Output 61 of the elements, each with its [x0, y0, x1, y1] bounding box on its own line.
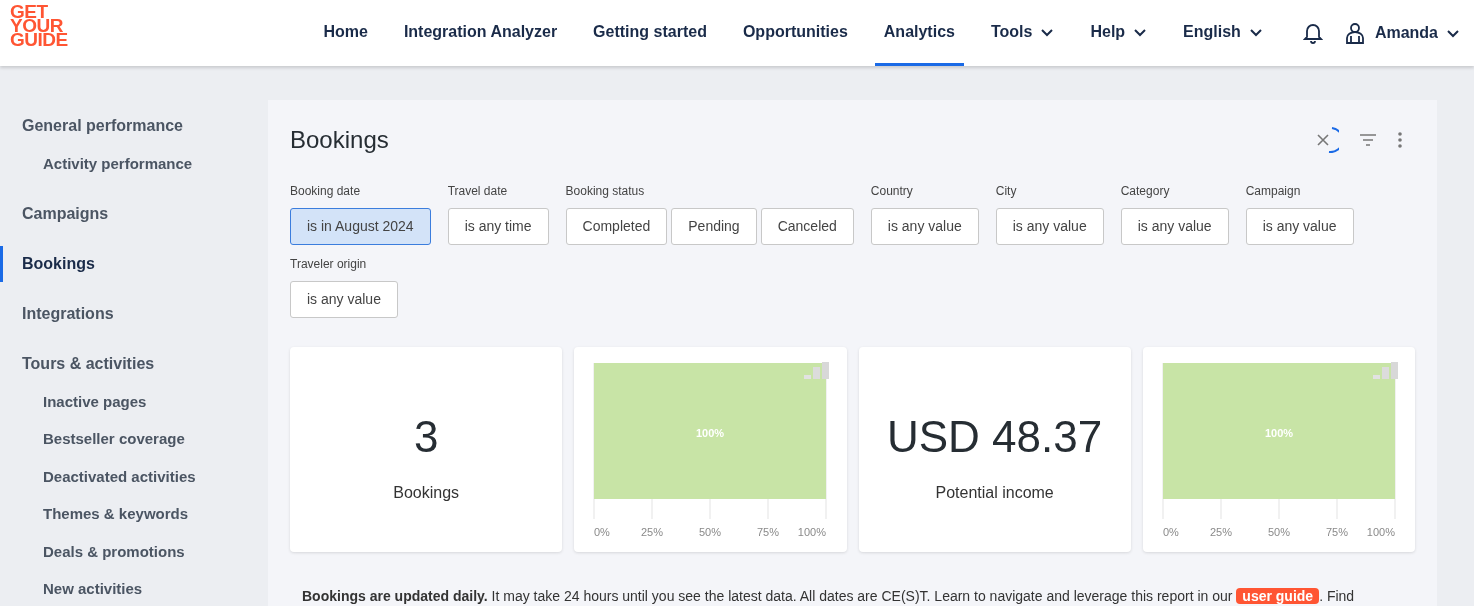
- sidebar-subitem[interactable]: Deals & promotions: [0, 534, 268, 569]
- filter-label: Traveler origin: [290, 256, 368, 273]
- info-text: Bookings are updated daily. It may take 24 hours until you see the latest data. All dates are CE(S)T. Learn to navigate and leverage this report in our user guide . Find: [302, 587, 1356, 606]
- sidebar-item[interactable]: Integrations: [0, 295, 268, 332]
- data-label: 100%: [1264, 427, 1293, 439]
- sidebar-subitem[interactable]: New activities: [0, 572, 268, 606]
- bell-icon[interactable]: [1302, 22, 1323, 44]
- filter-label: Travel date: [447, 183, 509, 200]
- axis-tick-label: 0%: [594, 526, 611, 538]
- filter-chip[interactable]: is any time: [447, 208, 549, 245]
- sidebar-item[interactable]: Campaigns: [0, 195, 268, 232]
- axis-tick-label: 25%: [641, 526, 664, 538]
- close-icon[interactable]: [1315, 127, 1339, 153]
- filter-chip[interactable]: is in August 2024: [290, 208, 431, 245]
- filter-label: Booking status: [565, 183, 646, 200]
- page-title: Bookings: [290, 125, 389, 155]
- axis-tick-label: 75%: [1325, 526, 1348, 538]
- axis-tick-label: 25%: [1209, 526, 1232, 538]
- filter-chip[interactable]: is any value: [870, 208, 979, 245]
- nav-link[interactable]: Tools: [981, 0, 1064, 66]
- stat-label: Potential income: [935, 482, 1054, 503]
- data-label: 100%: [696, 427, 725, 439]
- filter-chip[interactable]: is any value: [1120, 208, 1229, 245]
- sidebar-subitem[interactable]: Bestseller coverage: [0, 422, 268, 457]
- nav-link[interactable]: Opportunities: [733, 0, 857, 66]
- axis-tick-label: 100%: [798, 526, 827, 538]
- filter-icon[interactable]: [1359, 133, 1377, 147]
- axis-tick-label: 100%: [1366, 526, 1395, 538]
- nav-link[interactable]: English: [1174, 0, 1272, 66]
- sidebar-subitem[interactable]: Deactivated activities: [0, 459, 268, 494]
- sidebar-item[interactable]: Tours & activities: [0, 345, 268, 382]
- user-menu[interactable]: Amanda: [1374, 21, 1460, 45]
- axis-tick-label: 50%: [1267, 526, 1290, 538]
- sidebar-subitem[interactable]: Activity performance: [0, 147, 268, 182]
- sidebar-subitem[interactable]: Themes & keywords: [0, 497, 268, 532]
- stat-value: USD 48.37: [887, 414, 1103, 459]
- filter-chip[interactable]: Completed: [565, 208, 668, 245]
- nav-link[interactable]: Home: [314, 0, 377, 66]
- nav-link[interactable]: Integration Analyzer: [394, 0, 567, 66]
- stat-label: Bookings: [393, 482, 460, 503]
- filter-label: Country: [870, 183, 914, 200]
- sidebar-subitem[interactable]: Inactive pages: [0, 384, 268, 419]
- filter-label: Campaign: [1245, 183, 1302, 200]
- filter-chip[interactable]: Canceled: [760, 208, 854, 245]
- sidebar-item[interactable]: General performance: [0, 108, 268, 144]
- filter-label: Category: [1120, 183, 1171, 200]
- axis-tick-label: 0%: [1162, 526, 1179, 538]
- axis-tick-label: 75%: [757, 526, 780, 538]
- nav-link[interactable]: Analytics: [874, 0, 964, 66]
- stat-value: 3: [413, 414, 439, 459]
- more-icon[interactable]: [1397, 132, 1403, 148]
- filter-label: Booking date: [290, 183, 362, 200]
- filter-chip[interactable]: is any value: [1245, 208, 1354, 245]
- filter-chip[interactable]: is any value: [290, 281, 398, 318]
- filter-label: City: [995, 183, 1018, 200]
- axis-tick-label: 50%: [699, 526, 722, 538]
- filter-chip[interactable]: Pending: [671, 208, 757, 245]
- nav-link[interactable]: Getting started: [584, 0, 716, 66]
- user-icon: [1344, 22, 1365, 44]
- filter-chip[interactable]: is any value: [995, 208, 1104, 245]
- nav-link[interactable]: Help: [1081, 0, 1157, 66]
